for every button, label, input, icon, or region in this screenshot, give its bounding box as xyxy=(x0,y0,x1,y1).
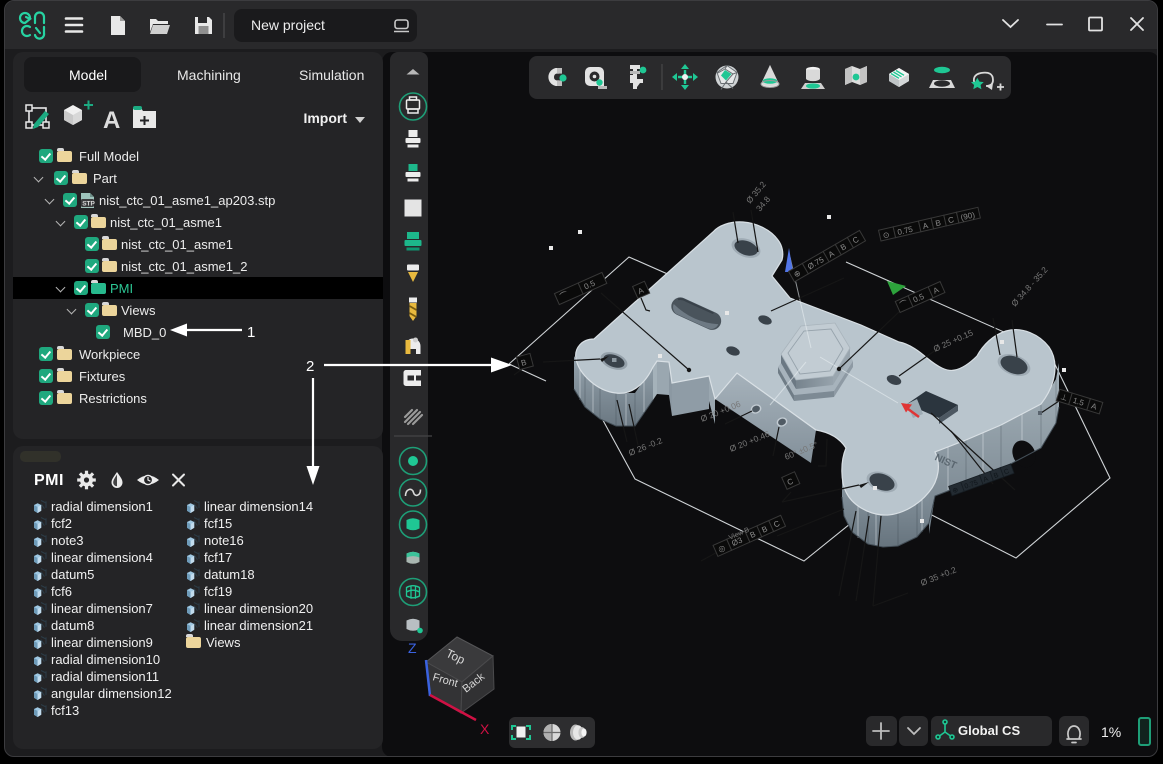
svg-text:1%: 1% xyxy=(1101,724,1121,740)
svg-text:Z: Z xyxy=(408,640,417,656)
svg-text:STP: STP xyxy=(82,200,95,207)
svg-text:A: A xyxy=(103,107,120,134)
svg-text:X: X xyxy=(480,721,490,737)
